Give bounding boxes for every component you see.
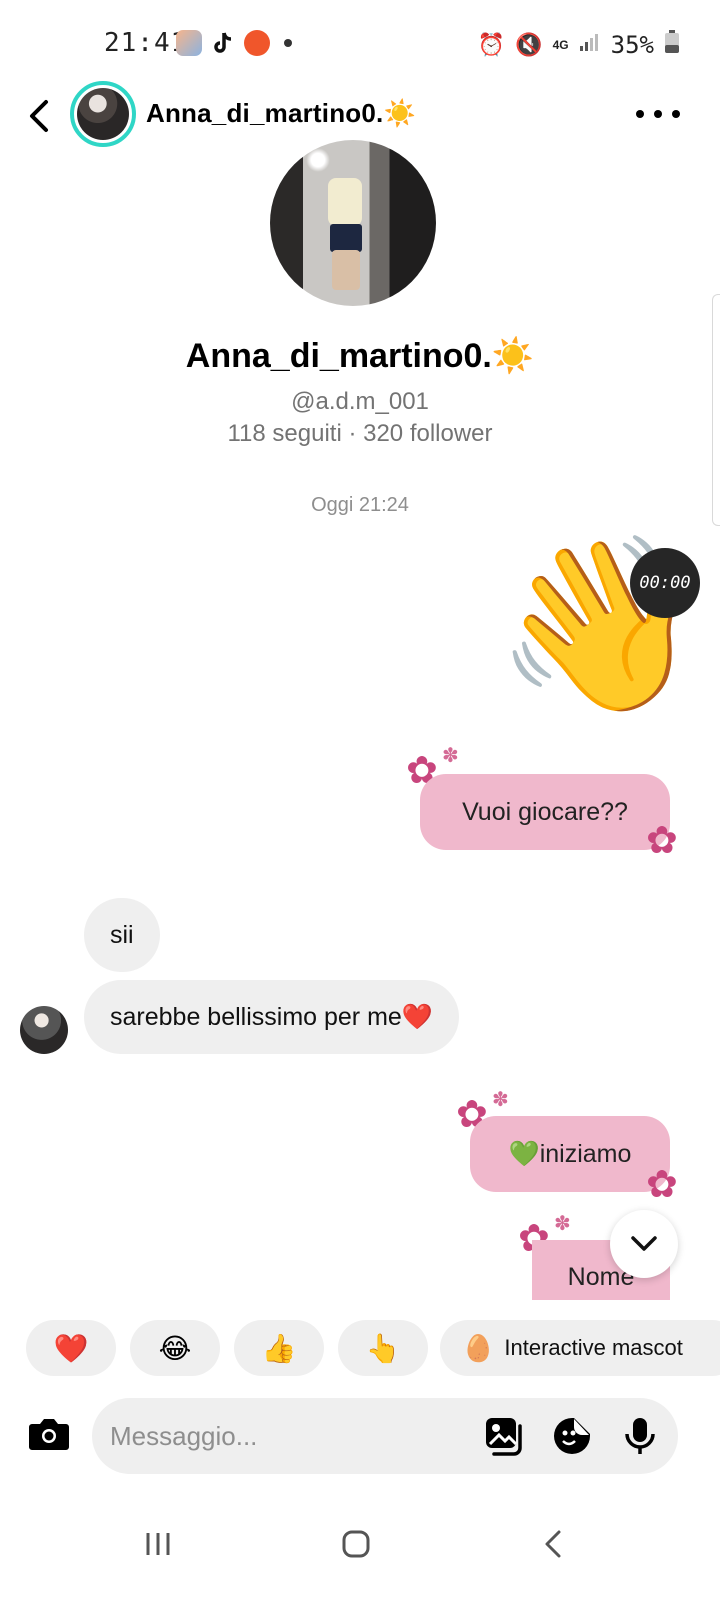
flower-decoration-icon: ✿ (646, 820, 678, 862)
home-button[interactable] (326, 1514, 386, 1574)
reaction-heart-button[interactable]: ❤️ (26, 1320, 116, 1376)
back-button[interactable] (22, 96, 58, 136)
reaction-point-up-button[interactable]: 👆 (338, 1320, 428, 1376)
system-navigation-bar (0, 1496, 720, 1600)
scroll-to-bottom-button[interactable] (610, 1210, 678, 1278)
sticker-timer-badge: 00:00 (630, 548, 700, 618)
egg-icon: 🥚 (462, 1332, 495, 1363)
flower-decoration-icon: ✽ (442, 745, 459, 767)
interactive-mascot-button[interactable]: 🥚 Interactive mascot (440, 1320, 720, 1376)
incoming-message[interactable]: sii (84, 898, 160, 972)
sender-avatar[interactable] (20, 1006, 68, 1054)
message-text: 💚iniziamo (508, 1139, 632, 1168)
conversation-timestamp: Oggi 21:24 (311, 494, 409, 516)
message-composer (0, 1396, 720, 1476)
incoming-message[interactable]: sarebbe bellissimo per me❤️ (84, 980, 459, 1054)
status-time: 21:41 (104, 28, 188, 58)
more-notifications-dot (284, 39, 292, 47)
profile-picture[interactable] (270, 140, 436, 306)
voice-message-button[interactable] (620, 1416, 660, 1456)
more-dot-icon (636, 110, 644, 118)
message-text: Vuoi giocare?? (462, 797, 628, 826)
flower-decoration-icon: ✽ (492, 1089, 509, 1111)
network-type: 4G (552, 38, 569, 52)
flower-decoration-icon: ✽ (554, 1213, 571, 1235)
alarm-icon: ⏰ (477, 32, 506, 57)
system-indicators: ⏰ 🔇 4G 35% (478, 30, 680, 60)
back-arrow-icon (30, 100, 48, 132)
outgoing-message[interactable]: 💚iniziamo (470, 1116, 670, 1192)
home-icon (342, 1530, 370, 1558)
camera-button[interactable] (28, 1416, 70, 1452)
profile-stats: 118 seguiti · 320 follower (227, 420, 493, 447)
notification-icons (176, 30, 292, 56)
flower-decoration-icon: ✿ (646, 1164, 678, 1206)
microphone-icon (625, 1418, 655, 1454)
recent-apps-button[interactable] (128, 1514, 188, 1574)
recent-apps-icon (146, 1533, 170, 1555)
battery-icon (664, 30, 680, 60)
battery-percent: 35% (610, 31, 654, 59)
quick-reactions-bar: ❤️ 😂 👍 👆 🥚 Interactive mascot (26, 1320, 720, 1378)
header-username[interactable]: Anna_di_martino0.☀️ (146, 98, 416, 129)
screen-recorder-icon (244, 30, 270, 56)
system-back-button[interactable] (524, 1514, 584, 1574)
sticker-button[interactable] (552, 1416, 592, 1456)
profile-handle: @a.d.m_001 (291, 388, 429, 415)
message-text: sarebbe bellissimo per me❤️ (110, 1002, 433, 1031)
chat-screen: 21:41 ⏰ 🔇 4G 35% Anna_di_martino0.☀️ Ann… (0, 0, 720, 1600)
avatar (77, 88, 129, 140)
mute-icon: 🔇 (515, 32, 543, 57)
chevron-down-icon (631, 1236, 657, 1251)
profile-name: Anna_di_martino0.☀️ (185, 337, 535, 375)
more-dot-icon (672, 110, 680, 118)
tiktok-icon (210, 30, 236, 56)
message-text: sii (110, 920, 134, 949)
gallery-button[interactable] (484, 1416, 524, 1456)
more-options-button[interactable] (636, 106, 680, 122)
outgoing-message[interactable]: Vuoi giocare?? (420, 774, 670, 850)
back-icon (545, 1530, 561, 1558)
header-avatar[interactable] (70, 81, 136, 147)
gallery-icon (486, 1418, 522, 1456)
signal-icon (579, 32, 601, 58)
mascot-label: Interactive mascot (504, 1335, 683, 1360)
camera-icon (29, 1419, 69, 1450)
status-bar: 21:41 ⏰ 🔇 4G 35% (0, 0, 720, 88)
more-dot-icon (654, 110, 662, 118)
reaction-thumbs-up-button[interactable]: 👍 (234, 1320, 324, 1376)
sticker-icon (554, 1418, 590, 1454)
game-app-icon (176, 30, 202, 56)
reaction-laugh-button[interactable]: 😂 (130, 1320, 220, 1376)
scrollbar[interactable] (712, 294, 720, 526)
